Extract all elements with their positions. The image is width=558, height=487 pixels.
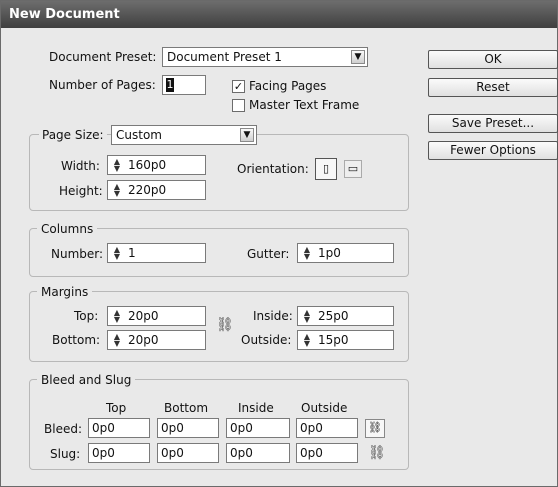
chain-link-icon[interactable]: ⛓ xyxy=(216,317,234,333)
landscape-orientation-icon[interactable]: ▭ xyxy=(344,160,362,178)
margin-outside-value: 15p0 xyxy=(318,333,349,347)
margin-inside-value: 25p0 xyxy=(318,309,349,323)
column-header-outside: Outside xyxy=(301,401,348,415)
spinner-arrows-icon[interactable]: ▲ ▼ xyxy=(301,309,313,324)
margin-top-value: 20p0 xyxy=(128,309,159,323)
bleed-label: Bleed: xyxy=(44,422,82,436)
chain-link-icon[interactable]: ⛓ xyxy=(368,445,386,461)
margin-inside-label: Inside: xyxy=(253,309,293,323)
margin-top-input[interactable]: ▲ ▼ 20p0 xyxy=(107,306,206,326)
facing-pages-checkbox[interactable]: ✓ xyxy=(232,80,245,93)
new-document-dialog: New Document Document Preset: Document P… xyxy=(0,0,558,487)
slug-outside-input[interactable]: 0p0 xyxy=(296,443,358,463)
columns-legend: Columns xyxy=(37,221,98,237)
orientation-label: Orientation: xyxy=(237,162,309,176)
portrait-orientation-icon[interactable]: ▯ xyxy=(315,158,337,180)
master-text-frame-label[interactable]: Master Text Frame xyxy=(249,97,359,113)
spinner-arrows-icon[interactable]: ▲ ▼ xyxy=(111,158,123,173)
preset-value: Document Preset 1 xyxy=(167,50,282,64)
spinner-arrows-icon[interactable]: ▲ ▼ xyxy=(111,333,123,348)
column-header-top: Top xyxy=(106,401,127,415)
save-preset-button[interactable]: Save Preset... xyxy=(428,114,558,133)
gutter-label: Gutter: xyxy=(247,247,290,261)
reset-button[interactable]: Reset xyxy=(428,78,558,97)
columns-number-label: Number: xyxy=(51,247,104,261)
bleed-bottom-value: 0p0 xyxy=(161,421,184,435)
columns-number-input[interactable]: ▲ ▼ 1 xyxy=(107,243,206,263)
slug-label: Slug: xyxy=(50,447,81,461)
width-value: 160p0 xyxy=(128,158,167,172)
spinner-arrows-icon[interactable]: ▲ ▼ xyxy=(111,183,123,198)
page-size-label: Page Size: xyxy=(39,127,107,143)
margin-bottom-label: Bottom: xyxy=(52,333,101,347)
margin-top-label: Top: xyxy=(74,309,99,323)
slug-top-value: 0p0 xyxy=(92,446,115,460)
bleed-outside-input[interactable]: 0p0 xyxy=(296,418,358,438)
chain-link-icon[interactable]: ⛓ xyxy=(365,419,385,438)
master-text-frame-checkbox[interactable] xyxy=(232,99,245,112)
margin-bottom-input[interactable]: ▲ ▼ 20p0 xyxy=(107,330,206,350)
slug-bottom-input[interactable]: 0p0 xyxy=(157,443,219,463)
margin-outside-label: Outside: xyxy=(241,333,292,347)
column-header-inside: Inside xyxy=(238,401,274,415)
height-value: 220p0 xyxy=(128,183,167,197)
chevron-down-icon[interactable]: ▼ xyxy=(351,50,365,64)
gutter-input[interactable]: ▲ ▼ 1p0 xyxy=(297,243,394,263)
fewer-options-button[interactable]: Fewer Options xyxy=(428,141,558,160)
bleed-slug-legend: Bleed and Slug xyxy=(37,372,136,388)
slug-outside-value: 0p0 xyxy=(300,446,323,460)
page-size-value: Custom xyxy=(116,128,162,142)
bleed-inside-value: 0p0 xyxy=(230,421,253,435)
page-size-select[interactable]: Custom ▼ xyxy=(111,125,257,145)
chevron-down-icon[interactable]: ▼ xyxy=(240,128,254,142)
slug-inside-input[interactable]: 0p0 xyxy=(226,443,290,463)
preset-label: Document Preset: xyxy=(49,50,157,64)
bleed-outside-value: 0p0 xyxy=(300,421,323,435)
margins-legend: Margins xyxy=(37,284,93,300)
slug-top-input[interactable]: 0p0 xyxy=(88,443,150,463)
spinner-arrows-icon[interactable]: ▲ ▼ xyxy=(111,309,123,324)
bleed-inside-input[interactable]: 0p0 xyxy=(226,418,290,438)
spinner-arrows-icon[interactable]: ▲ ▼ xyxy=(301,333,313,348)
height-input[interactable]: ▲ ▼ 220p0 xyxy=(107,180,206,200)
column-header-bottom: Bottom xyxy=(164,401,209,415)
width-input[interactable]: ▲ ▼ 160p0 xyxy=(107,155,206,175)
height-label: Height: xyxy=(59,184,103,198)
ok-button[interactable]: OK xyxy=(428,50,558,69)
margin-inside-input[interactable]: ▲ ▼ 25p0 xyxy=(297,306,394,326)
pages-label: Number of Pages: xyxy=(49,78,156,92)
pages-input[interactable]: 1 xyxy=(162,75,206,95)
bleed-top-input[interactable]: 0p0 xyxy=(88,418,150,438)
bleed-bottom-input[interactable]: 0p0 xyxy=(157,418,219,438)
bleed-top-value: 0p0 xyxy=(92,421,115,435)
slug-inside-value: 0p0 xyxy=(230,446,253,460)
pages-value: 1 xyxy=(166,78,174,92)
facing-pages-label[interactable]: Facing Pages xyxy=(249,78,326,94)
spinner-arrows-icon[interactable]: ▲ ▼ xyxy=(111,246,123,261)
margin-outside-input[interactable]: ▲ ▼ 15p0 xyxy=(297,330,394,350)
gutter-value: 1p0 xyxy=(318,246,341,260)
spinner-arrows-icon[interactable]: ▲ ▼ xyxy=(301,246,313,261)
preset-select[interactable]: Document Preset 1 ▼ xyxy=(162,47,368,67)
width-label: Width: xyxy=(61,159,100,173)
window-title: New Document xyxy=(9,7,120,22)
slug-bottom-value: 0p0 xyxy=(161,446,184,460)
columns-number-value: 1 xyxy=(128,246,136,260)
title-bar[interactable]: New Document xyxy=(1,1,557,28)
check-icon: ✓ xyxy=(233,80,244,93)
margin-bottom-value: 20p0 xyxy=(128,333,159,347)
